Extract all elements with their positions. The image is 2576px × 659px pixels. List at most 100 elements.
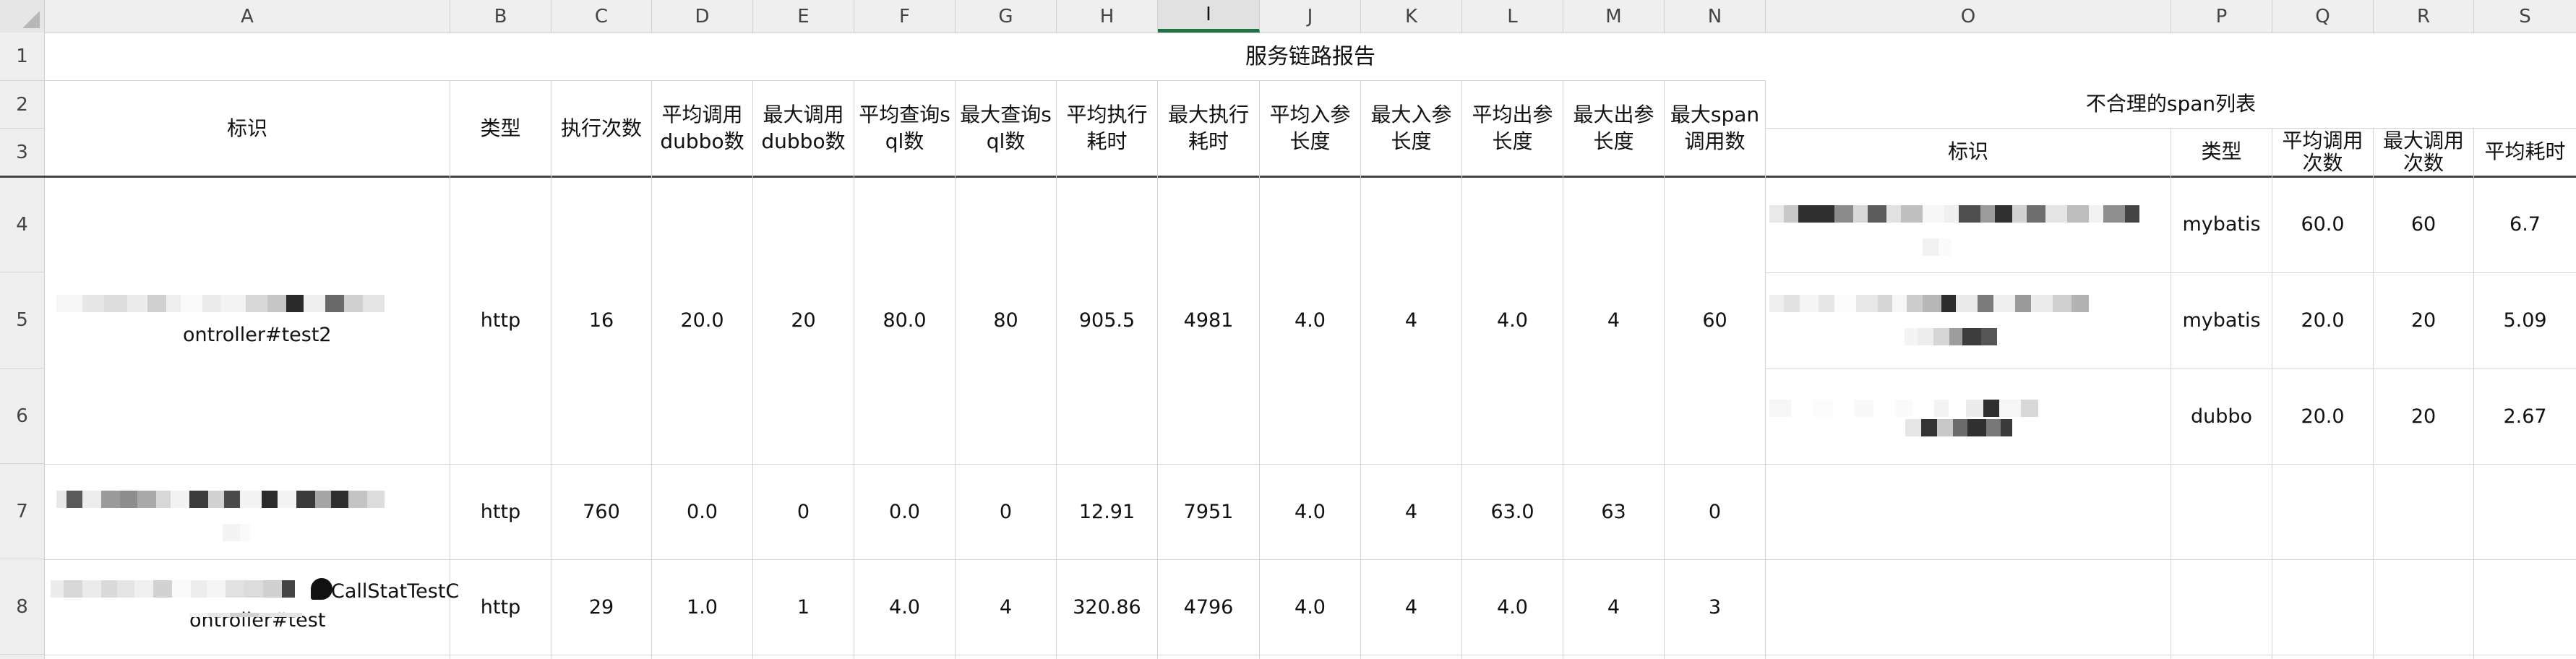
record-3-avg-time[interactable]: 320.86	[1057, 560, 1157, 655]
record-3-avg-out[interactable]: 4.0	[1462, 560, 1563, 655]
span-2-type[interactable]: mybatis	[2171, 273, 2272, 369]
record-1-max-sql[interactable]: 80	[956, 177, 1056, 464]
record-3-avg-sql[interactable]: 4.0	[854, 560, 955, 655]
record-2-avg-in[interactable]: 4.0	[1260, 465, 1360, 559]
column-header-N[interactable]: N	[1665, 0, 1766, 33]
record-1-max-out[interactable]: 4	[1563, 177, 1664, 464]
header-max-dubbo[interactable]: 最大调用 dubbo数	[753, 81, 854, 176]
row-header-2[interactable]: 2	[0, 81, 45, 129]
report-title[interactable]: 服务链路报告	[45, 33, 2576, 81]
column-header-B[interactable]: B	[450, 0, 551, 33]
record-3-max-out[interactable]: 4	[1563, 560, 1664, 655]
record-3-max-in[interactable]: 4	[1361, 560, 1461, 655]
span-2-avg-calls[interactable]: 20.0	[2272, 273, 2373, 369]
span-3-avg-time[interactable]: 2.67	[2474, 369, 2576, 464]
column-header-Q[interactable]: Q	[2272, 0, 2374, 33]
row-header-3[interactable]: 3	[0, 129, 45, 177]
column-header-S[interactable]: S	[2474, 0, 2576, 33]
span-3-avg-calls[interactable]: 20.0	[2272, 369, 2373, 464]
record-2-exec-count[interactable]: 760	[551, 465, 651, 559]
column-header-G[interactable]: G	[956, 0, 1057, 33]
record-1-max-time[interactable]: 4981	[1158, 177, 1259, 464]
row-header-4[interactable]: 4	[0, 177, 45, 272]
record-3-exec-count[interactable]: 29	[551, 560, 651, 655]
record-2-max-dubbo[interactable]: 0	[753, 465, 854, 559]
header-avg-time[interactable]: 平均执行 耗时	[1057, 81, 1157, 176]
row-header-9[interactable]	[0, 655, 45, 659]
column-header-L[interactable]: L	[1462, 0, 1563, 33]
span-2-id-cell[interactable]	[1766, 273, 2171, 369]
header-exec-count[interactable]: 执行次数	[551, 81, 651, 176]
record-1-avg-out[interactable]: 4.0	[1462, 177, 1563, 464]
record-1-max-span[interactable]: 60	[1665, 177, 1765, 464]
record-1-avg-sql[interactable]: 80.0	[854, 177, 955, 464]
column-header-J[interactable]: J	[1260, 0, 1361, 33]
record-3-type[interactable]: http	[450, 560, 551, 655]
span-2-avg-time[interactable]: 5.09	[2474, 273, 2576, 369]
column-header-C[interactable]: C	[551, 0, 652, 33]
record-1-avg-in[interactable]: 4.0	[1260, 177, 1360, 464]
record-3-max-span[interactable]: 3	[1665, 560, 1765, 655]
record-2-max-out[interactable]: 63	[1563, 465, 1664, 559]
span-3-type[interactable]: dubbo	[2171, 369, 2272, 464]
record-1-type[interactable]: http	[450, 177, 551, 464]
span-3-max-calls[interactable]: 20	[2374, 369, 2473, 464]
header-avg-out[interactable]: 平均出参 长度	[1462, 81, 1563, 176]
record-3-avg-dubbo[interactable]: 1.0	[652, 560, 752, 655]
header-avg-in[interactable]: 平均入参 长度	[1260, 81, 1360, 176]
record-2-type[interactable]: http	[450, 465, 551, 559]
record-2-avg-out[interactable]: 63.0	[1462, 465, 1563, 559]
span-2-max-calls[interactable]: 20	[2374, 273, 2473, 369]
record-2-avg-dubbo[interactable]: 0.0	[652, 465, 752, 559]
column-header-I[interactable]: I	[1158, 0, 1260, 33]
column-header-M[interactable]: M	[1563, 0, 1665, 33]
row-header-5[interactable]: 5	[0, 272, 45, 369]
header-max-span[interactable]: 最大span 调用数	[1665, 81, 1765, 176]
record-1-id-cell[interactable]	[45, 177, 450, 464]
column-header-F[interactable]: F	[854, 0, 956, 33]
column-header-O[interactable]: O	[1766, 0, 2171, 33]
header-span-group[interactable]: 不合理的span列表	[1766, 81, 2576, 128]
row-header-6[interactable]: 6	[0, 369, 45, 464]
header-id[interactable]: 标识	[45, 81, 450, 176]
record-2-max-span[interactable]: 0	[1665, 465, 1765, 559]
column-header-H[interactable]: H	[1057, 0, 1158, 33]
header-span-max-calls[interactable]: 最大调用 次数	[2374, 129, 2473, 176]
span-1-id-cell[interactable]	[1766, 177, 2171, 272]
record-2-avg-time[interactable]: 12.91	[1057, 465, 1157, 559]
record-2-max-time[interactable]: 7951	[1158, 465, 1259, 559]
header-max-out[interactable]: 最大出参 长度	[1563, 81, 1664, 176]
row-header-1[interactable]: 1	[0, 33, 45, 81]
column-header-E[interactable]: E	[753, 0, 854, 33]
header-span-avg-calls[interactable]: 平均调用 次数	[2272, 129, 2373, 176]
record-1-avg-time[interactable]: 905.5	[1057, 177, 1157, 464]
record-1-max-dubbo[interactable]: 20	[753, 177, 854, 464]
record-3-max-time[interactable]: 4796	[1158, 560, 1259, 655]
select-all-corner[interactable]	[0, 0, 45, 33]
record-2-max-in[interactable]: 4	[1361, 465, 1461, 559]
span-1-avg-calls[interactable]: 60.0	[2272, 177, 2373, 272]
record-1-max-in[interactable]: 4	[1361, 177, 1461, 464]
record-3-avg-in[interactable]: 4.0	[1260, 560, 1360, 655]
record-3-max-dubbo[interactable]: 1	[753, 560, 854, 655]
column-header-D[interactable]: D	[652, 0, 753, 33]
record-1-avg-dubbo[interactable]: 20.0	[652, 177, 752, 464]
header-avg-sql[interactable]: 平均查询s ql数	[854, 81, 955, 176]
column-header-R[interactable]: R	[2374, 0, 2474, 33]
record-3-id-cell[interactable]	[45, 560, 450, 655]
column-header-A[interactable]: A	[45, 0, 450, 33]
record-2-avg-sql[interactable]: 0.0	[854, 465, 955, 559]
header-max-time[interactable]: 最大执行 耗时	[1158, 81, 1259, 176]
column-header-P[interactable]: P	[2171, 0, 2272, 33]
column-header-K[interactable]: K	[1361, 0, 1462, 33]
span-1-max-calls[interactable]: 60	[2374, 177, 2473, 272]
header-span-type[interactable]: 类型	[2171, 129, 2272, 176]
row-header-7[interactable]: 7	[0, 464, 45, 559]
record-3-max-sql[interactable]: 4	[956, 560, 1056, 655]
header-type[interactable]: 类型	[450, 81, 551, 176]
header-span-id[interactable]: 标识	[1766, 129, 2171, 176]
record-1-exec-count[interactable]: 16	[551, 177, 651, 464]
record-2-max-sql[interactable]: 0	[956, 465, 1056, 559]
header-avg-dubbo[interactable]: 平均调用 dubbo数	[652, 81, 752, 176]
record-2-id-cell[interactable]	[45, 465, 450, 559]
